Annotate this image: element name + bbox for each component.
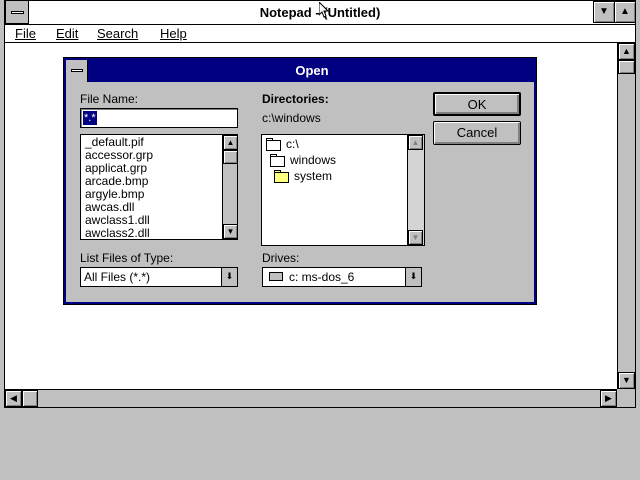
scroll-down-icon: ▼	[226, 227, 235, 236]
directory-scroll-up[interactable]: ▲	[408, 135, 423, 150]
drives-combo[interactable]: c: ms-dos_6 ⬇	[262, 267, 422, 287]
mouse-cursor	[318, 0, 330, 18]
tree-item-windows[interactable]: windows	[270, 154, 400, 168]
tree-item-label: windows	[290, 153, 337, 167]
open-folder-icon	[266, 140, 281, 151]
scroll-down-button[interactable]: ▼	[618, 372, 635, 389]
scrollbar-corner	[617, 389, 635, 407]
file-list[interactable]: _default.pif accessor.grp applicat.grp a…	[80, 134, 238, 240]
file-name-value: *.*	[83, 111, 97, 125]
dialog-title-bar[interactable]: Open	[66, 60, 534, 82]
current-path: c:\windows	[262, 111, 321, 125]
cancel-button[interactable]: Cancel	[433, 121, 521, 145]
minimize-button[interactable]: ▼	[593, 1, 615, 23]
scroll-right-icon: ▶	[605, 393, 612, 403]
file-list-scroll-down[interactable]: ▼	[223, 224, 237, 239]
vertical-scroll-thumb[interactable]	[618, 60, 635, 74]
hard-drive-icon	[269, 272, 283, 281]
scroll-left-icon: ◀	[10, 393, 17, 403]
menu-edit-label: Edit	[56, 26, 79, 41]
scroll-up-icon: ▲	[622, 46, 631, 56]
file-type-combo[interactable]: All Files (*.*) ⬇	[80, 267, 238, 287]
list-files-type-label: List Files of Type:	[80, 251, 174, 265]
menu-file-label: File	[15, 26, 36, 41]
drive-value: c: ms-dos_6	[289, 270, 355, 284]
file-list-scroll-thumb[interactable]	[223, 150, 237, 164]
ok-button[interactable]: OK	[433, 92, 521, 116]
list-item[interactable]: awclass2.dll	[85, 227, 221, 240]
menu-edit[interactable]: Edit	[56, 25, 78, 43]
scroll-left-button[interactable]: ◀	[5, 390, 22, 407]
horizontal-scroll-thumb[interactable]	[22, 390, 38, 407]
scroll-down-icon: ▼	[411, 233, 420, 242]
scroll-right-button[interactable]: ▶	[600, 390, 617, 407]
menu-search[interactable]: Search	[97, 25, 138, 43]
system-menu-icon	[71, 69, 83, 72]
tree-item-label: system	[294, 169, 333, 183]
drives-label: Drives:	[262, 251, 300, 265]
file-name-label: File Name:	[80, 92, 139, 106]
file-type-value: All Files (*.*)	[84, 270, 151, 284]
directory-scroll-down[interactable]: ▼	[408, 230, 423, 245]
folder-icon	[274, 172, 289, 183]
cancel-button-label: Cancel	[456, 125, 498, 140]
directory-scrollbar[interactable]: ▲ ▼	[407, 135, 424, 245]
menu-help[interactable]: Help	[160, 25, 187, 43]
open-folder-icon	[270, 156, 285, 167]
dialog-system-menu-button[interactable]	[66, 60, 88, 82]
system-menu-icon	[11, 11, 24, 14]
dialog-title: Open	[295, 63, 329, 78]
directory-tree[interactable]: c:\ windows system ▲ ▼	[261, 134, 425, 246]
drives-dropdown-button[interactable]: ⬇	[405, 268, 421, 286]
horizontal-scrollbar[interactable]: ◀ ▶	[5, 389, 617, 407]
dropdown-arrow-icon: ⬇	[409, 271, 418, 281]
vertical-scrollbar[interactable]: ▲ ▼	[617, 43, 635, 389]
menu-help-label: Help	[160, 26, 187, 41]
scroll-up-button[interactable]: ▲	[618, 43, 635, 60]
tree-item-label: c:\	[286, 137, 299, 151]
minimize-icon: ▼	[599, 6, 609, 17]
scroll-up-icon: ▲	[411, 138, 420, 147]
maximize-button[interactable]: ▲	[614, 1, 636, 23]
system-menu-button[interactable]	[5, 0, 29, 24]
directories-label: Directories:	[262, 92, 329, 106]
tree-item-root[interactable]: c:\	[266, 138, 396, 152]
file-name-input[interactable]: *.*	[80, 108, 238, 128]
menu-file[interactable]: File	[15, 25, 36, 43]
file-type-dropdown-button[interactable]: ⬇	[221, 268, 237, 286]
menu-search-label: Search	[97, 26, 139, 41]
scroll-up-icon: ▲	[226, 138, 235, 147]
menu-bar: File Edit Search Help	[5, 25, 635, 43]
dropdown-arrow-icon: ⬇	[225, 271, 234, 281]
scroll-down-icon: ▼	[622, 375, 631, 385]
ok-button-label: OK	[467, 97, 487, 112]
file-list-scrollbar[interactable]: ▲ ▼	[222, 135, 237, 239]
open-dialog: Open File Name: *.* _default.pif accesso…	[63, 57, 537, 305]
tree-item-system[interactable]: system	[274, 170, 404, 184]
maximize-icon: ▲	[620, 6, 630, 17]
file-list-scroll-up[interactable]: ▲	[223, 135, 237, 150]
